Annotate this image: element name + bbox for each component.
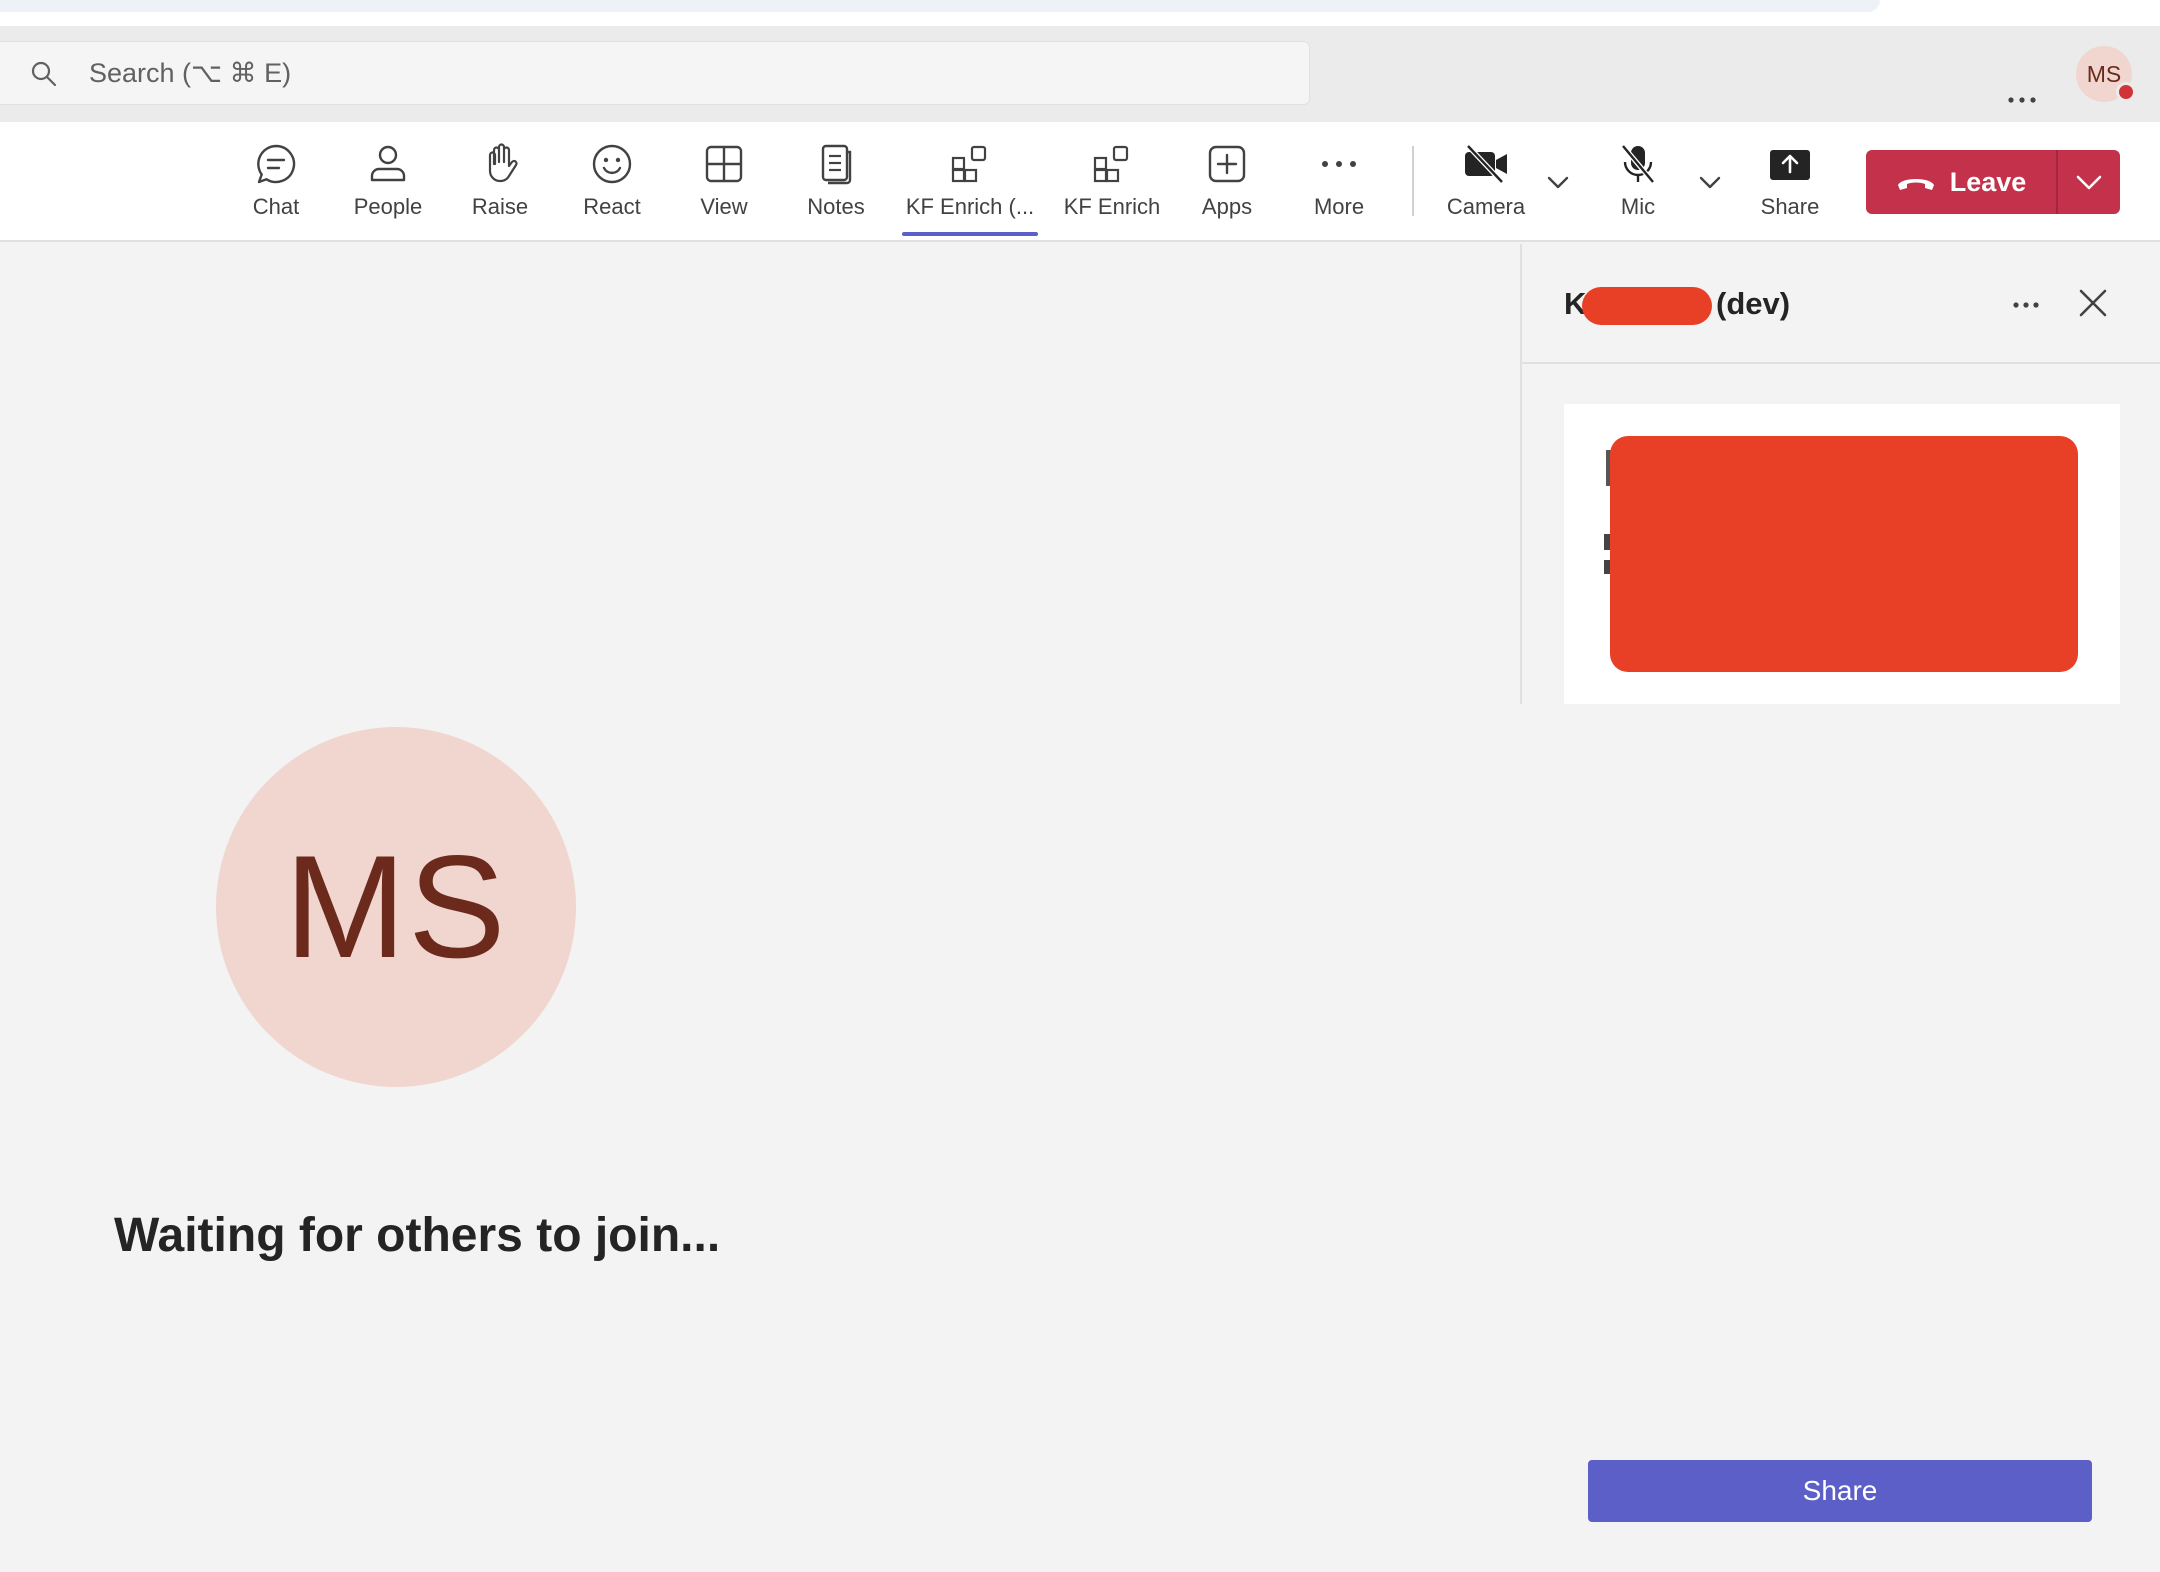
title-bar: MS xyxy=(0,26,2160,122)
raise-label: Raise xyxy=(471,194,529,219)
people-icon xyxy=(364,140,412,188)
share-label: Share xyxy=(1760,194,1820,219)
participant-initials: MS xyxy=(284,825,508,988)
hand-icon xyxy=(476,140,524,188)
chat-icon xyxy=(252,140,300,188)
raise-hand-button[interactable]: Raise xyxy=(470,140,530,230)
leave-label: Leave xyxy=(1949,166,2027,197)
mic-label: Mic xyxy=(1620,194,1656,219)
redaction-mark xyxy=(1582,286,1712,325)
close-icon[interactable] xyxy=(2076,286,2110,320)
top-strip-bar xyxy=(0,0,1880,12)
grid-icon xyxy=(700,140,748,188)
panel-header: K (dev) xyxy=(1522,244,2160,364)
leave-button[interactable]: Leave xyxy=(1866,150,2056,214)
notes-icon xyxy=(812,140,860,188)
kf-enrich-active-button[interactable]: KF Enrich (... xyxy=(902,140,1038,236)
presence-busy-icon xyxy=(2116,82,2136,102)
chevron-down-icon xyxy=(2074,172,2104,192)
more-options-icon[interactable] xyxy=(2002,82,2042,118)
kf-enrich-label: KF Enrich xyxy=(1063,194,1161,219)
share-button[interactable]: Share xyxy=(1758,140,1822,230)
mic-options-chevron-down-icon[interactable] xyxy=(1697,172,1723,192)
kf-enrich-button[interactable]: KF Enrich xyxy=(1062,140,1162,230)
share-screen-icon xyxy=(1766,140,1814,188)
profile-initials: MS xyxy=(2086,60,2122,87)
mic-button[interactable]: Mic xyxy=(1612,140,1664,230)
panel-content-card xyxy=(1564,404,2120,704)
react-label: React xyxy=(583,194,641,219)
smile-icon xyxy=(588,140,636,188)
waiting-message: Waiting for others to join... xyxy=(114,1209,721,1262)
view-label: View xyxy=(700,194,748,219)
panel-title: K (dev) xyxy=(1564,286,1790,325)
people-label: People xyxy=(353,194,423,219)
apps-add-icon xyxy=(1088,140,1136,188)
chat-button[interactable]: Chat xyxy=(248,140,304,230)
notes-label: Notes xyxy=(807,194,865,219)
people-button[interactable]: People xyxy=(348,140,428,230)
camera-label: Camera xyxy=(1446,194,1526,219)
window-top-strip xyxy=(0,0,2160,26)
view-button[interactable]: View xyxy=(698,140,750,230)
active-tab-indicator xyxy=(902,232,1038,236)
react-button[interactable]: React xyxy=(578,140,646,230)
more-icon xyxy=(1315,140,1363,188)
redaction-mark xyxy=(1610,436,2078,672)
panel-share-button[interactable]: Share xyxy=(1588,1460,2092,1522)
side-panel: K (dev) xyxy=(1520,244,2160,704)
toolbar-divider xyxy=(1412,146,1414,216)
notes-button[interactable]: Notes xyxy=(804,140,868,230)
apps-label: Apps xyxy=(1201,194,1253,219)
leave-button-group: Leave xyxy=(1866,150,2120,214)
panel-more-icon[interactable] xyxy=(2006,290,2046,320)
more-button[interactable]: More xyxy=(1312,140,1366,230)
search-icon xyxy=(29,59,59,89)
meeting-toolbar: Chat People Raise React View Notes KF En… xyxy=(0,122,2160,242)
plus-square-icon xyxy=(1203,140,1251,188)
profile-avatar[interactable]: MS xyxy=(2076,46,2136,102)
camera-off-icon xyxy=(1462,140,1510,188)
camera-options-chevron-down-icon[interactable] xyxy=(1545,172,1571,192)
panel-title-suffix: (dev) xyxy=(1716,286,1791,321)
search-box[interactable] xyxy=(0,41,1310,105)
camera-button[interactable]: Camera xyxy=(1444,140,1528,230)
chat-label: Chat xyxy=(252,194,300,219)
kf-enrich-active-label: KF Enrich (... xyxy=(905,194,1035,219)
phone-hangup-icon xyxy=(1896,171,1936,193)
apps-add-icon xyxy=(946,140,994,188)
more-label: More xyxy=(1313,194,1365,219)
participant-avatar: MS xyxy=(216,727,576,1087)
search-input[interactable] xyxy=(89,52,1269,94)
apps-button[interactable]: Apps xyxy=(1200,140,1254,230)
mic-off-icon xyxy=(1614,140,1662,188)
leave-options-button[interactable] xyxy=(2058,150,2120,214)
